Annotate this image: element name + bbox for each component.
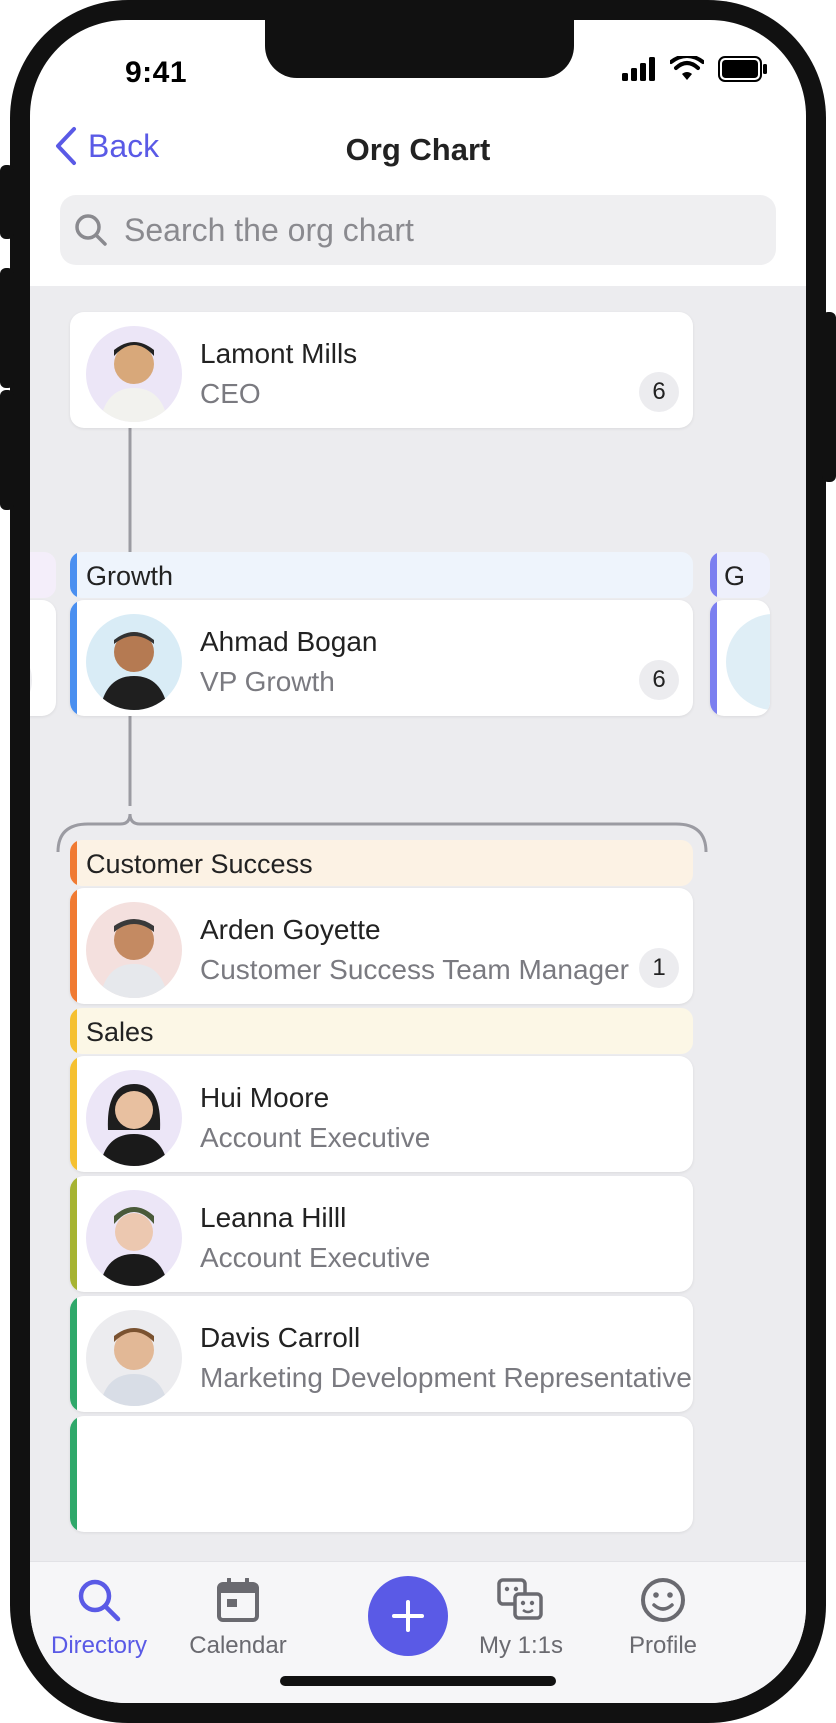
tab-bar: Directory Calendar My 1:1s Profile bbox=[30, 1561, 806, 1703]
person-role: Account Executive bbox=[200, 1242, 431, 1273]
signal-icon bbox=[622, 57, 655, 81]
power-button bbox=[822, 312, 836, 482]
person-card-hui[interactable]: Hui Moore Account Executive bbox=[70, 1056, 693, 1172]
team-label-growth: Growth bbox=[70, 552, 693, 598]
person-name: Lamont Mills bbox=[200, 338, 358, 369]
calendar-icon bbox=[217, 1578, 259, 1622]
partial-card-left[interactable] bbox=[30, 600, 56, 716]
tab-calendar[interactable]: Calendar bbox=[163, 1574, 313, 1660]
nav-header: Back Org Chart bbox=[30, 120, 806, 200]
team-name: Sales bbox=[86, 1017, 154, 1047]
person-card-davis[interactable]: Davis Carroll Marketing Development Repr… bbox=[70, 1296, 693, 1412]
person-role: Account Executive bbox=[200, 1122, 431, 1153]
status-time: 9:41 bbox=[125, 56, 188, 89]
person-name: Ahmad Bogan bbox=[200, 626, 378, 657]
person-card-arden[interactable]: Arden Goyette Customer Success Team Mana… bbox=[70, 888, 693, 1004]
search-input[interactable] bbox=[122, 210, 726, 250]
person-card-partial[interactable] bbox=[70, 1416, 693, 1532]
org-chart-canvas[interactable]: G Lamont Mills CEO 6 Growth Ahmad Bogan bbox=[30, 286, 806, 1561]
person-name: Leanna Hilll bbox=[200, 1202, 347, 1233]
reports-count-badge: 6 bbox=[639, 372, 679, 412]
person-name: Hui Moore bbox=[200, 1082, 330, 1113]
wifi-icon bbox=[670, 56, 704, 80]
vp-growth-card[interactable]: Ahmad Bogan VP Growth 6 bbox=[70, 600, 693, 716]
search-bar[interactable] bbox=[60, 195, 776, 265]
avatar bbox=[726, 614, 770, 710]
avatar bbox=[86, 902, 182, 998]
tab-label: My 1:1s bbox=[478, 1632, 564, 1659]
person-role: Customer Success Team Manager bbox=[200, 954, 629, 985]
battery-icon bbox=[718, 56, 767, 82]
person-card-leanna[interactable]: Leanna Hilll Account Executive bbox=[70, 1176, 693, 1292]
tab-profile[interactable]: Profile bbox=[588, 1574, 738, 1660]
team-label-customer-success: Customer Success bbox=[70, 840, 693, 886]
tab-my-1-1s[interactable]: My 1:1s bbox=[446, 1574, 596, 1660]
partial-card-right[interactable] bbox=[710, 600, 770, 716]
avatar bbox=[86, 1190, 182, 1286]
person-name: Davis Carroll bbox=[200, 1322, 361, 1353]
volume-up-button bbox=[0, 268, 14, 388]
team-label-sales: Sales bbox=[70, 1008, 693, 1054]
partial-team-right: G bbox=[710, 552, 770, 598]
ceo-card[interactable]: Lamont Mills CEO 6 bbox=[70, 312, 693, 428]
screen: 9:41 Back Org Chart Search the org chart… bbox=[30, 20, 806, 1703]
avatar bbox=[86, 1310, 182, 1406]
tab-label: Profile bbox=[628, 1632, 698, 1659]
reports-count-badge: 6 bbox=[639, 660, 679, 700]
avatar bbox=[86, 614, 182, 710]
partial-team-left bbox=[30, 552, 56, 598]
silent-switch bbox=[0, 165, 14, 239]
add-button[interactable] bbox=[368, 1576, 448, 1656]
person-role: Marketing Development Representative bbox=[200, 1362, 692, 1393]
volume-down-button bbox=[0, 390, 14, 510]
home-indicator bbox=[280, 1676, 556, 1686]
tab-label: Calendar bbox=[189, 1632, 287, 1659]
plus-icon bbox=[392, 1600, 424, 1632]
partial-team-label: G bbox=[724, 561, 746, 591]
status-icons bbox=[622, 56, 768, 82]
search-icon bbox=[78, 1579, 121, 1622]
person-role: VP Growth bbox=[200, 666, 335, 697]
person-role: CEO bbox=[200, 378, 261, 409]
notch bbox=[265, 20, 574, 78]
partial-count bbox=[30, 660, 32, 700]
tab-directory[interactable]: Directory bbox=[30, 1574, 174, 1660]
page-title: Org Chart bbox=[345, 132, 491, 167]
person-name: Arden Goyette bbox=[200, 914, 381, 945]
smiley-icon bbox=[641, 1578, 685, 1622]
team-name: Customer Success bbox=[86, 849, 313, 879]
avatar bbox=[86, 326, 182, 422]
avatar bbox=[86, 1070, 182, 1166]
reports-count-badge: 1 bbox=[639, 948, 679, 988]
tab-label: Directory bbox=[50, 1632, 147, 1659]
faces-icon bbox=[497, 1578, 543, 1620]
team-name: Growth bbox=[86, 561, 174, 591]
search-icon bbox=[75, 214, 107, 246]
